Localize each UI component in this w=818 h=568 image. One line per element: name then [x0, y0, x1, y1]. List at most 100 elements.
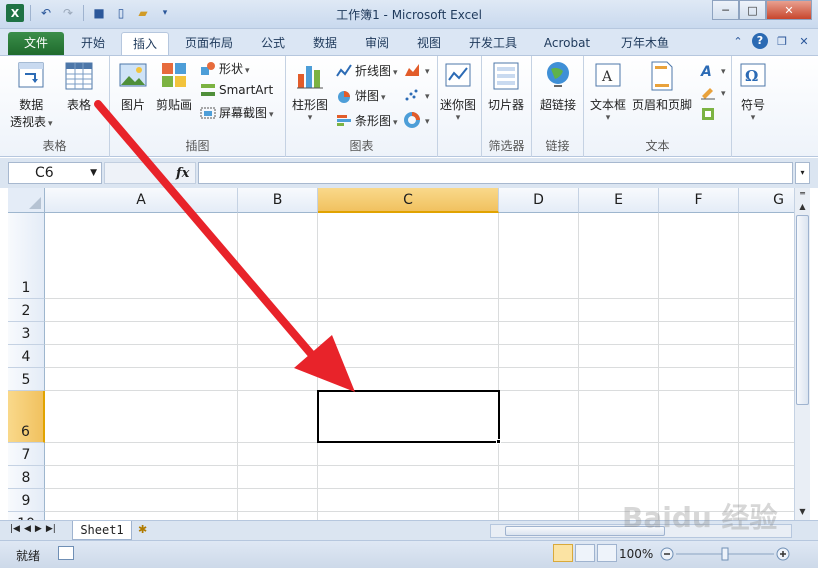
tab-home[interactable]: 开始 — [70, 32, 116, 55]
hyperlink-button[interactable]: 超链接 — [540, 60, 576, 113]
column-chart-button[interactable]: 柱形图 ▾ — [292, 60, 328, 123]
area-chart-button[interactable] — [404, 62, 430, 78]
tab-page-layout[interactable]: 页面布局 — [176, 32, 242, 55]
area-chart-dropdown — [423, 63, 430, 77]
row-header-7[interactable]: 7 — [8, 443, 45, 466]
row-header-6[interactable]: 6 — [8, 391, 45, 443]
gridline — [45, 321, 794, 322]
column-header-d[interactable]: D — [499, 188, 579, 213]
column-header-a[interactable]: A — [45, 188, 238, 213]
wordart-button[interactable]: A — [700, 62, 726, 78]
column-header-e[interactable]: E — [579, 188, 659, 213]
svg-text:A: A — [601, 69, 613, 85]
signature-line-button[interactable] — [700, 84, 726, 100]
pie-chart-button[interactable]: 饼图 — [336, 87, 386, 104]
header-footer-button[interactable]: 页眉和页脚 — [632, 60, 692, 113]
insert-function-icon[interactable]: fx — [176, 166, 189, 181]
table-button[interactable]: 表格 — [64, 60, 94, 113]
worksheet-grid[interactable]: A B C D E F G 1 2 3 4 5 6 7 8 9 10 — [8, 188, 794, 520]
help-icon[interactable]: ? — [752, 33, 768, 49]
column-header-g[interactable]: G — [739, 188, 794, 213]
minimize-button[interactable]: ─ — [712, 0, 739, 20]
pivot-table-button[interactable]: 数据 透视表 — [10, 60, 53, 130]
scroll-down-icon[interactable]: ▼ — [796, 506, 809, 518]
prev-sheet-icon[interactable]: ◀ — [24, 524, 31, 534]
tab-insert[interactable]: 插入 — [121, 32, 169, 55]
line-chart-button[interactable]: 折线图 — [336, 62, 398, 79]
row-header-4[interactable]: 4 — [8, 345, 45, 368]
line-chart-label: 折线图 — [355, 62, 398, 79]
tab-formulas[interactable]: 公式 — [250, 32, 296, 55]
picture-button[interactable]: 图片 — [118, 60, 148, 113]
row-header-8[interactable]: 8 — [8, 466, 45, 489]
normal-view-button[interactable] — [553, 544, 573, 562]
restore-window-icon[interactable]: ❐ — [774, 35, 790, 48]
selected-cell-c6[interactable] — [317, 390, 500, 443]
tab-developer[interactable]: 开发工具 — [458, 32, 528, 55]
row-header-1[interactable]: 1 — [8, 213, 45, 299]
next-sheet-icon[interactable]: ▶ — [35, 524, 42, 534]
column-header-b[interactable]: B — [238, 188, 318, 213]
last-sheet-icon[interactable]: ▶| — [46, 524, 56, 534]
tab-acrobat[interactable]: Acrobat — [536, 32, 598, 55]
row-header-9[interactable]: 9 — [8, 489, 45, 512]
vertical-scroll-thumb[interactable] — [796, 215, 809, 405]
name-box[interactable]: C6 ▼ — [8, 162, 102, 184]
clipart-button[interactable]: 剪贴画 — [156, 60, 192, 113]
symbol-label: 符号 — [740, 98, 765, 112]
maximize-button[interactable]: □ — [739, 0, 766, 20]
clipart-icon — [162, 63, 186, 87]
close-button[interactable]: ✕ — [766, 0, 812, 20]
row-header-10[interactable]: 10 — [8, 512, 45, 520]
smartart-button[interactable]: SmartArt — [200, 82, 273, 98]
shapes-button[interactable]: 形状 — [200, 60, 250, 77]
insert-sheet-icon[interactable]: ✱ — [138, 523, 154, 537]
bar-chart-icon — [337, 114, 351, 126]
split-box-icon[interactable]: ═ — [796, 188, 809, 200]
first-sheet-icon[interactable]: |◀ — [10, 524, 20, 534]
slicer-button[interactable]: 切片器 — [488, 60, 524, 113]
tab-data[interactable]: 数据 — [302, 32, 348, 55]
row-header-5[interactable]: 5 — [8, 368, 45, 391]
row-number: 7 — [21, 447, 31, 463]
select-all-corner[interactable] — [8, 188, 45, 213]
name-box-dropdown-icon[interactable]: ▼ — [90, 163, 97, 183]
tab-file[interactable]: 文件 — [8, 32, 64, 55]
gridline — [45, 298, 794, 299]
screenshot-button[interactable]: 屏幕截图 — [200, 104, 274, 121]
tab-review[interactable]: 审阅 — [354, 32, 400, 55]
page-break-view-button[interactable] — [597, 544, 617, 562]
row-header-2[interactable]: 2 — [8, 299, 45, 322]
macro-record-icon[interactable] — [58, 546, 74, 560]
expand-formula-bar-icon[interactable]: ▾ — [795, 162, 810, 184]
row-number: 6 — [21, 424, 30, 440]
column-header-c[interactable]: C — [318, 188, 499, 213]
vertical-scrollbar[interactable]: ═ ▲ ▼ — [794, 188, 810, 520]
view-buttons — [553, 544, 617, 562]
bar-chart-label: 条形图 — [355, 112, 398, 129]
close-workbook-icon[interactable]: ✕ — [796, 35, 812, 48]
row-number: 8 — [21, 470, 31, 486]
group-charts: 柱形图 ▾ 折线图 饼图 条形图 图表 — [286, 56, 438, 157]
zoom-slider[interactable] — [660, 546, 790, 562]
scroll-up-icon[interactable]: ▲ — [796, 201, 809, 213]
group-label-filter: 筛选器 — [488, 139, 525, 153]
tab-custom[interactable]: 万年木鱼 — [610, 32, 680, 55]
textbox-button[interactable]: A 文本框 ▾ — [590, 60, 626, 123]
row-header-3[interactable]: 3 — [8, 322, 45, 345]
scatter-chart-button[interactable] — [404, 87, 430, 103]
group-sparklines: 迷你图 ▾ — [438, 56, 482, 157]
sheet-tab-sheet1[interactable]: Sheet1 — [72, 521, 132, 540]
bar-chart-button[interactable]: 条形图 — [336, 112, 398, 129]
fill-handle[interactable] — [496, 439, 501, 444]
tab-view[interactable]: 视图 — [406, 32, 452, 55]
other-charts-button[interactable] — [404, 112, 430, 128]
column-header-f[interactable]: F — [659, 188, 739, 213]
zoom-level[interactable]: 100% — [619, 547, 653, 561]
collapse-ribbon-icon[interactable]: ⌃ — [730, 35, 746, 48]
page-layout-view-button[interactable] — [575, 544, 595, 562]
object-button[interactable] — [700, 106, 716, 122]
sparkline-button[interactable]: 迷你图 ▾ — [440, 60, 476, 123]
formula-input[interactable] — [198, 162, 793, 184]
symbol-button[interactable]: Ω 符号 ▾ — [738, 60, 768, 123]
